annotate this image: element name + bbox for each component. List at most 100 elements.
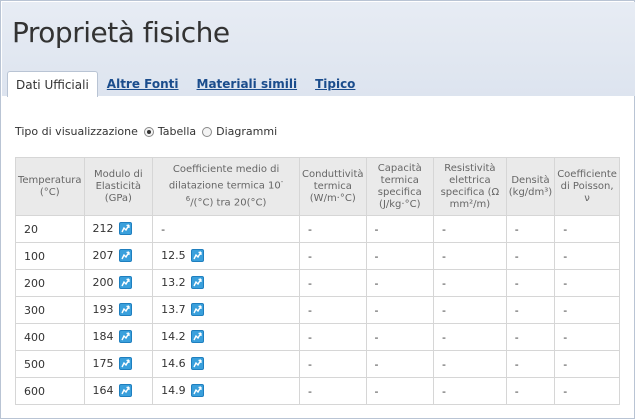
cell-value: - <box>374 276 379 290</box>
cell-value: - <box>563 222 568 236</box>
cell-value: - <box>514 303 519 317</box>
tab-dati-ufficiali[interactable]: Dati Ufficiali <box>7 71 98 97</box>
header-conduttivita: Conduttività termica (W/m·°C) <box>299 157 367 216</box>
radio-diagrammi[interactable] <box>202 126 213 137</box>
cell-value: 193 <box>92 303 114 317</box>
table-cell: - <box>505 296 556 324</box>
cell-value: - <box>563 303 568 317</box>
cell-value: - <box>442 222 446 236</box>
cell-value: - <box>514 384 519 398</box>
tab-bar: Dati Ufficiali Altre Fonti Materiali sim… <box>7 71 364 97</box>
header-resistivita: Resistività elettrica specifica (Ω mm²/m… <box>433 157 507 216</box>
table-row: 20 212 - - - - - - <box>15 215 620 243</box>
cell-value: - <box>514 330 519 344</box>
chart-icon[interactable] <box>118 383 132 397</box>
chart-icon[interactable] <box>190 329 204 343</box>
chart-icon[interactable] <box>118 221 132 235</box>
cell-value: 400 <box>24 330 45 344</box>
chart-icon[interactable] <box>118 275 132 289</box>
chart-icon[interactable] <box>190 302 204 316</box>
chart-icon[interactable] <box>118 302 132 316</box>
cell-value: - <box>374 357 379 371</box>
chart-icon[interactable] <box>118 248 132 262</box>
radio-diagrammi-label[interactable]: Diagrammi <box>216 125 277 138</box>
cell-value: - <box>442 249 446 263</box>
table-cell: - <box>433 242 507 270</box>
table-cell: - <box>505 269 556 297</box>
cell-value: - <box>374 222 379 236</box>
cell-value: 600 <box>24 384 45 398</box>
table-cell: 600 <box>15 377 85 405</box>
cell-value: - <box>442 384 446 398</box>
window-frame: Proprietà fisiche Dati Ufficiali Altre F… <box>0 0 635 419</box>
chart-icon[interactable] <box>190 248 204 262</box>
tab-tipico[interactable]: Tipico <box>306 71 364 97</box>
tab-materiali-simili[interactable]: Materiali simili <box>188 71 307 97</box>
cell-value: 100 <box>24 249 45 263</box>
table-cell: 20 <box>15 215 85 243</box>
table-cell: 300 <box>15 296 85 324</box>
table-cell: - <box>299 269 367 297</box>
table-row: 100 207 12.5 - - - - - <box>15 242 620 270</box>
visualization-selector: Tipo di visualizzazione Tabella Diagramm… <box>15 125 277 138</box>
table-row: 600 164 14.9 - - - - - <box>15 377 620 405</box>
cell-value: 13.2 <box>161 276 186 290</box>
table-cell: - <box>554 350 620 378</box>
cell-value: - <box>563 249 568 263</box>
table-cell: - <box>299 323 367 351</box>
table-cell: - <box>505 242 556 270</box>
header-modulo-elasticita: Modulo di Elasticità (GPa) <box>83 157 154 216</box>
table-cell: - <box>299 242 367 270</box>
chart-icon[interactable] <box>118 356 132 370</box>
table-cell: - <box>554 377 620 405</box>
page-title: Proprietà fisiche <box>12 16 230 49</box>
cell-value: 212 <box>92 222 114 236</box>
table-cell: - <box>505 350 556 378</box>
cell-value: - <box>374 249 379 263</box>
table-cell: 175 <box>83 350 154 378</box>
cell-value: 14.2 <box>161 330 186 344</box>
table-cell: - <box>505 215 556 243</box>
chart-icon[interactable] <box>190 275 204 289</box>
table-cell: - <box>365 269 435 297</box>
chart-icon[interactable] <box>118 329 132 343</box>
cell-value: - <box>514 249 519 263</box>
table-row: 400 184 14.2 - - - - - <box>15 323 620 351</box>
table-cell: - <box>554 269 620 297</box>
cell-value: - <box>442 357 446 371</box>
radio-tabella-label[interactable]: Tabella <box>158 125 196 138</box>
cell-value: 12.5 <box>161 249 186 263</box>
table-body: 20 212 - - - - - - 100 207 12.5 - - - - - 200 200 13.2 - - - -… <box>15 215 620 405</box>
table-cell: 14.2 <box>152 323 301 351</box>
cell-value: - <box>563 330 568 344</box>
cell-value: 14.6 <box>161 357 186 371</box>
cell-value: 300 <box>24 303 45 317</box>
table-cell: 184 <box>83 323 154 351</box>
header-capacita-termica: Capacità termica specifica (J/kg·°C) <box>365 157 435 216</box>
table-cell: - <box>365 350 435 378</box>
table-cell: 200 <box>15 269 85 297</box>
properties-table: Temperatura (°C) Modulo di Elasticità (G… <box>15 157 620 405</box>
table-cell: - <box>365 323 435 351</box>
cell-value: - <box>161 222 166 236</box>
cell-value: - <box>308 303 312 317</box>
chart-icon[interactable] <box>190 356 204 370</box>
table-cell: - <box>433 323 507 351</box>
cell-value: 207 <box>92 249 114 263</box>
radio-tabella[interactable] <box>143 126 154 137</box>
tab-altre-fonti[interactable]: Altre Fonti <box>98 71 188 97</box>
table-cell: - <box>554 323 620 351</box>
table-cell: - <box>433 269 507 297</box>
header-temperatura: Temperatura (°C) <box>15 157 85 216</box>
cell-value: 200 <box>24 276 45 290</box>
table-cell: 207 <box>83 242 154 270</box>
chart-icon[interactable] <box>190 383 204 397</box>
table-cell: - <box>554 296 620 324</box>
table-cell: 200 <box>83 269 154 297</box>
header-coefficiente-dilatazione: Coefficiente medio di dilatazione termic… <box>152 157 301 216</box>
table-row: 500 175 14.6 - - - - - <box>15 350 620 378</box>
table-cell: - <box>365 215 435 243</box>
cell-value: - <box>514 222 519 236</box>
table-cell: 14.9 <box>152 377 301 405</box>
table-cell: - <box>365 377 435 405</box>
